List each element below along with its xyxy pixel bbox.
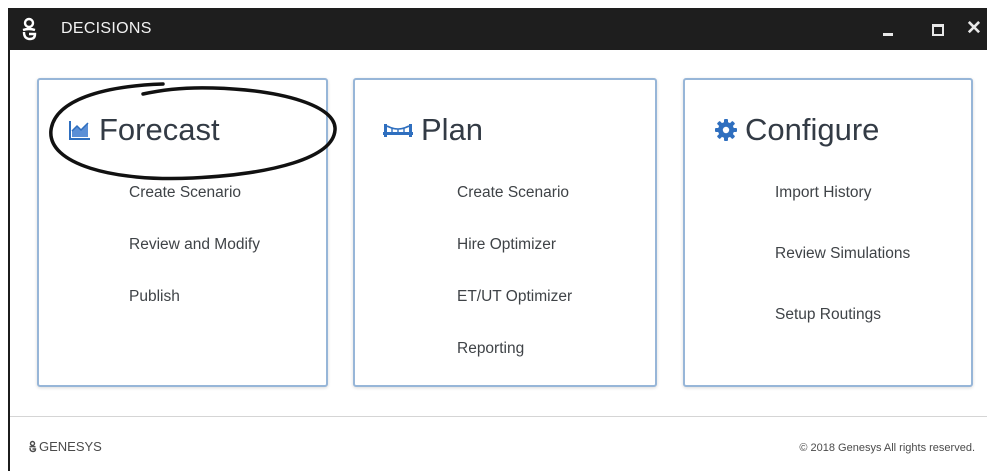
configure-setup-routings-link[interactable]: Setup Routings — [775, 306, 881, 324]
forecast-publish-link[interactable]: Publish — [129, 288, 180, 306]
copyright-text: © 2018 Genesys All rights reserved. — [799, 442, 975, 454]
forecast-title: Forecast — [99, 112, 220, 147]
plan-card: Plan Create Scenario Hire Optimizer ET/U… — [353, 78, 657, 387]
bridge-icon — [383, 124, 413, 137]
window-title: DECISIONS — [61, 20, 152, 37]
minimize-button[interactable] — [875, 16, 901, 42]
minimize-icon — [883, 33, 893, 36]
forecast-create-scenario-link[interactable]: Create Scenario — [129, 184, 241, 202]
forecast-card: Forecast Create Scenario Review and Modi… — [37, 78, 328, 387]
footer-brand: GENESYS — [28, 439, 102, 454]
footer-brand-name: GENESYS — [39, 439, 102, 454]
maximize-button[interactable] — [924, 16, 950, 42]
close-icon: ✕ — [966, 18, 982, 39]
plan-header[interactable]: Plan — [383, 110, 483, 150]
area-chart-icon — [69, 121, 90, 140]
close-button[interactable]: ✕ — [962, 16, 987, 42]
configure-header[interactable]: Configure — [715, 110, 879, 150]
configure-title: Configure — [745, 112, 880, 147]
plan-hire-optimizer-link[interactable]: Hire Optimizer — [457, 236, 556, 254]
configure-import-history-link[interactable]: Import History — [775, 184, 871, 202]
plan-reporting-link[interactable]: Reporting — [457, 340, 524, 358]
plan-title: Plan — [421, 112, 484, 147]
genesys-g-icon — [29, 440, 37, 453]
forecast-review-modify-link[interactable]: Review and Modify — [129, 236, 260, 254]
forecast-header[interactable]: Forecast — [69, 110, 220, 150]
plan-create-scenario-link[interactable]: Create Scenario — [457, 184, 569, 202]
app-window: DECISIONS ✕ Forecast Create Scenario Rev… — [8, 8, 987, 471]
maximize-icon — [932, 24, 944, 36]
title-bar: DECISIONS ✕ — [10, 8, 987, 50]
configure-card: Configure Import History Review Simulati… — [683, 78, 973, 387]
genesys-g-icon — [22, 17, 37, 41]
gear-icon — [715, 119, 737, 141]
footer-divider — [10, 416, 987, 417]
configure-review-simulations-link[interactable]: Review Simulations — [775, 245, 910, 263]
plan-etut-optimizer-link[interactable]: ET/UT Optimizer — [457, 288, 572, 306]
